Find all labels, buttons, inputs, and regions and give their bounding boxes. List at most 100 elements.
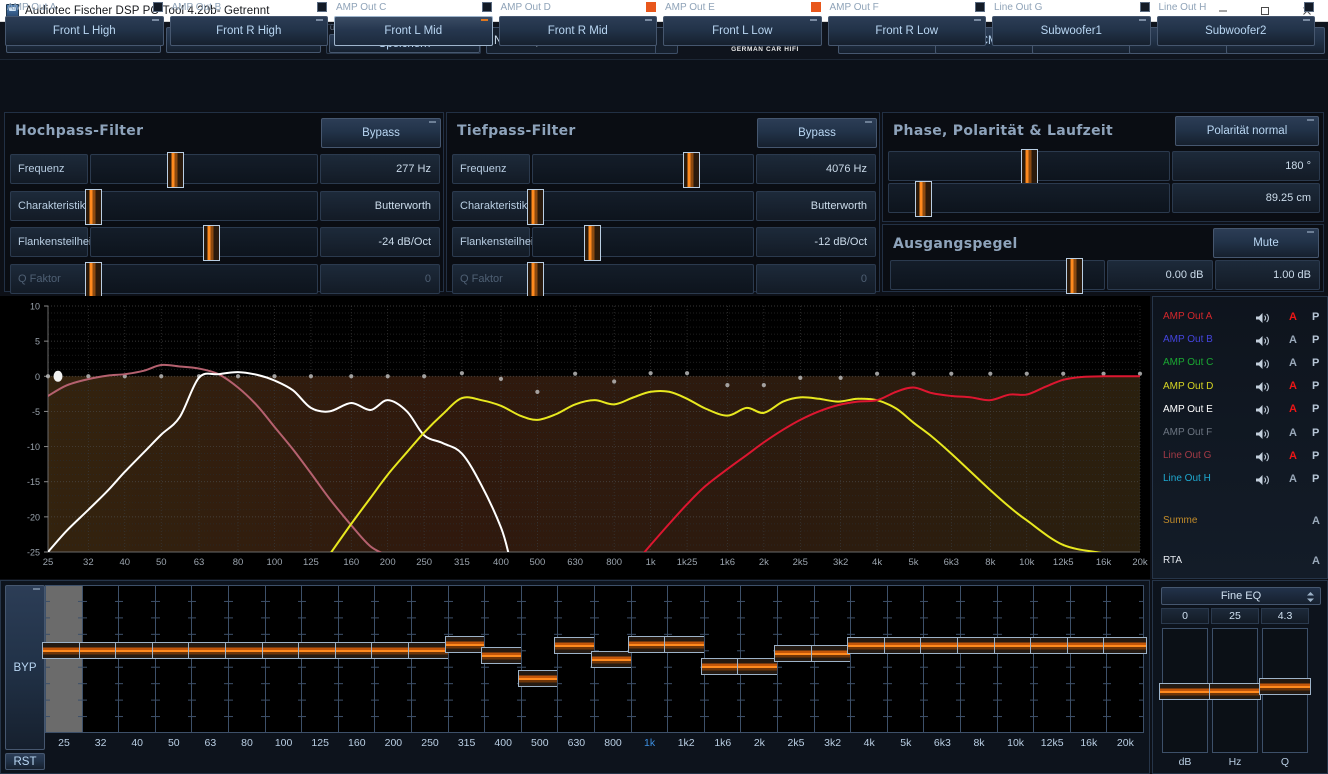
output-list-a-toggle[interactable]: A bbox=[1289, 380, 1297, 392]
output-list-row-3[interactable]: AMP Out CAP bbox=[1153, 351, 1328, 374]
svg-text:5k: 5k bbox=[909, 557, 919, 568]
eq-band-ticks bbox=[667, 585, 705, 733]
mute-button[interactable]: Mute bbox=[1213, 228, 1319, 258]
highpass-slider-thumb-2[interactable] bbox=[203, 225, 220, 261]
lowpass-slider-thumb-1[interactable] bbox=[527, 189, 544, 225]
speaker-icon[interactable] bbox=[1255, 473, 1269, 485]
channel-button-3[interactable]: Front L Mid bbox=[334, 16, 493, 46]
frequency-response-graph[interactable]: 1050-5-10-15-20-252532405063801001251602… bbox=[0, 296, 1150, 579]
output-level-thumb[interactable] bbox=[1066, 258, 1083, 294]
highpass-slider-0[interactable] bbox=[90, 154, 318, 184]
channel-button-7[interactable]: Subwoofer1 bbox=[992, 16, 1151, 46]
spinner-icon[interactable] bbox=[1305, 590, 1316, 604]
fine-eq-thumb-dB[interactable] bbox=[1159, 683, 1211, 700]
output-list-row-5[interactable]: AMP Out EAP bbox=[1153, 398, 1328, 421]
output-list-p-toggle[interactable]: P bbox=[1312, 311, 1319, 323]
output-list-a-toggle[interactable]: A bbox=[1289, 311, 1297, 323]
speaker-icon[interactable] bbox=[1255, 311, 1269, 323]
rta-a-toggle[interactable]: A bbox=[1312, 555, 1320, 567]
channel-checkbox[interactable] bbox=[153, 2, 163, 12]
channel-button-6[interactable]: Front R Low bbox=[828, 16, 987, 46]
polarity-button[interactable]: Polarität normal bbox=[1175, 116, 1319, 146]
highpass-slider-thumb-0[interactable] bbox=[167, 152, 184, 188]
channel-checkbox[interactable] bbox=[646, 2, 656, 12]
phase-slider-0[interactable] bbox=[888, 151, 1170, 181]
phase-slider-thumb-0[interactable] bbox=[1021, 149, 1038, 185]
highpass-slider-1[interactable] bbox=[90, 191, 318, 221]
channel-header: Line Out G bbox=[989, 0, 1154, 16]
channel-checkbox[interactable] bbox=[811, 2, 821, 12]
lowpass-slider-thumb-0[interactable] bbox=[683, 152, 700, 188]
output-list-p-toggle[interactable]: P bbox=[1312, 380, 1319, 392]
channel-button-2[interactable]: Front R High bbox=[170, 16, 329, 46]
output-list-p-toggle[interactable]: P bbox=[1312, 450, 1319, 462]
output-list-p-toggle[interactable]: P bbox=[1312, 473, 1319, 485]
output-list-a-toggle[interactable]: A bbox=[1289, 450, 1297, 462]
speaker-icon[interactable] bbox=[1255, 450, 1269, 462]
highpass-slider-thumb-3[interactable] bbox=[85, 262, 102, 298]
fine-eq-value-dB: 0 bbox=[1161, 608, 1209, 624]
output-list-p-toggle[interactable]: P bbox=[1312, 403, 1319, 415]
output-list-a-toggle[interactable]: A bbox=[1289, 357, 1297, 369]
highpass-bypass-button[interactable]: Bypass bbox=[321, 118, 441, 148]
channel-1: AMP Out AFront L High bbox=[2, 0, 167, 50]
phase-slider-1[interactable] bbox=[888, 183, 1170, 213]
output-list-row-6[interactable]: AMP Out FAP bbox=[1153, 421, 1328, 444]
output-list-a-toggle[interactable]: A bbox=[1289, 473, 1297, 485]
lowpass-slider-thumb-3[interactable] bbox=[527, 262, 544, 298]
fine-eq-thumb-Q[interactable] bbox=[1259, 678, 1311, 695]
channel-checkbox[interactable] bbox=[975, 2, 985, 12]
channel-checkbox[interactable] bbox=[1140, 2, 1150, 12]
channel-checkbox[interactable] bbox=[482, 2, 492, 12]
lowpass-slider-1[interactable] bbox=[532, 191, 754, 221]
output-level-slider[interactable] bbox=[890, 260, 1105, 290]
lowpass-slider-3[interactable] bbox=[532, 264, 754, 294]
output-list-row-8[interactable]: Line Out HAP bbox=[1153, 467, 1328, 490]
svg-text:4k: 4k bbox=[872, 557, 882, 568]
output-list-row-4[interactable]: AMP Out DAP bbox=[1153, 375, 1328, 398]
fine-eq-unit-Hz: Hz bbox=[1212, 756, 1258, 768]
channel-checkbox[interactable] bbox=[317, 2, 327, 12]
channel-out-label: Line Out H bbox=[1159, 2, 1207, 13]
speaker-icon[interactable] bbox=[1255, 427, 1269, 439]
output-list-row-7[interactable]: Line Out GAP bbox=[1153, 444, 1328, 467]
highpass-slider-thumb-1[interactable] bbox=[85, 189, 102, 225]
highpass-slider-2[interactable] bbox=[90, 227, 318, 257]
channel-button-1[interactable]: Front L High bbox=[5, 16, 164, 46]
channel-button-8[interactable]: Subwoofer2 bbox=[1157, 16, 1316, 46]
channel-button-5[interactable]: Front L Low bbox=[663, 16, 822, 46]
output-level-panel: Ausgangspegel Mute 0.00 dB 1.00 dB bbox=[882, 224, 1324, 292]
lowpass-bypass-button[interactable]: Bypass bbox=[757, 118, 877, 148]
lowpass-slider-thumb-2[interactable] bbox=[584, 225, 601, 261]
output-list-summe[interactable]: SummeA bbox=[1153, 509, 1328, 532]
summe-a-toggle[interactable]: A bbox=[1312, 515, 1320, 527]
eq-bypass-button[interactable]: BYP bbox=[5, 585, 45, 750]
output-list-p-toggle[interactable]: P bbox=[1312, 427, 1319, 439]
speaker-icon[interactable] bbox=[1255, 357, 1269, 369]
output-list-p-toggle[interactable]: P bbox=[1312, 334, 1319, 346]
channel-checkbox[interactable] bbox=[1304, 2, 1314, 12]
channel-7: Line Out GSubwoofer1 bbox=[989, 0, 1154, 50]
output-list-row-1[interactable]: AMP Out AAP bbox=[1153, 305, 1328, 328]
lowpass-slider-0[interactable] bbox=[532, 154, 754, 184]
eq-reset-button[interactable]: RST bbox=[5, 753, 45, 770]
output-list-a-toggle[interactable]: A bbox=[1289, 427, 1297, 439]
highpass-slider-3[interactable] bbox=[90, 264, 318, 294]
output-list-a-toggle[interactable]: A bbox=[1289, 334, 1297, 346]
speaker-icon[interactable] bbox=[1255, 380, 1269, 392]
svg-text:63: 63 bbox=[194, 557, 205, 568]
fine-eq-selector[interactable]: Fine EQ bbox=[1161, 587, 1321, 605]
output-list-row-2[interactable]: AMP Out BAP bbox=[1153, 328, 1328, 351]
channel-button-4[interactable]: Front R Mid bbox=[499, 16, 658, 46]
lowpass-slider-2[interactable] bbox=[532, 227, 754, 257]
output-list-a-toggle[interactable]: A bbox=[1289, 403, 1297, 415]
eq-band-thumb[interactable] bbox=[1103, 637, 1147, 654]
rta-label: RTA bbox=[1163, 555, 1182, 566]
speaker-icon[interactable] bbox=[1255, 403, 1269, 415]
fine-eq-thumb-Hz[interactable] bbox=[1209, 683, 1261, 700]
phase-slider-thumb-1[interactable] bbox=[915, 181, 932, 217]
output-list-rta[interactable]: RTA A bbox=[1153, 549, 1328, 572]
output-list-p-toggle[interactable]: P bbox=[1312, 357, 1319, 369]
speaker-icon[interactable] bbox=[1255, 334, 1269, 346]
eq-band-20k[interactable]: 20k bbox=[1103, 585, 1147, 750]
